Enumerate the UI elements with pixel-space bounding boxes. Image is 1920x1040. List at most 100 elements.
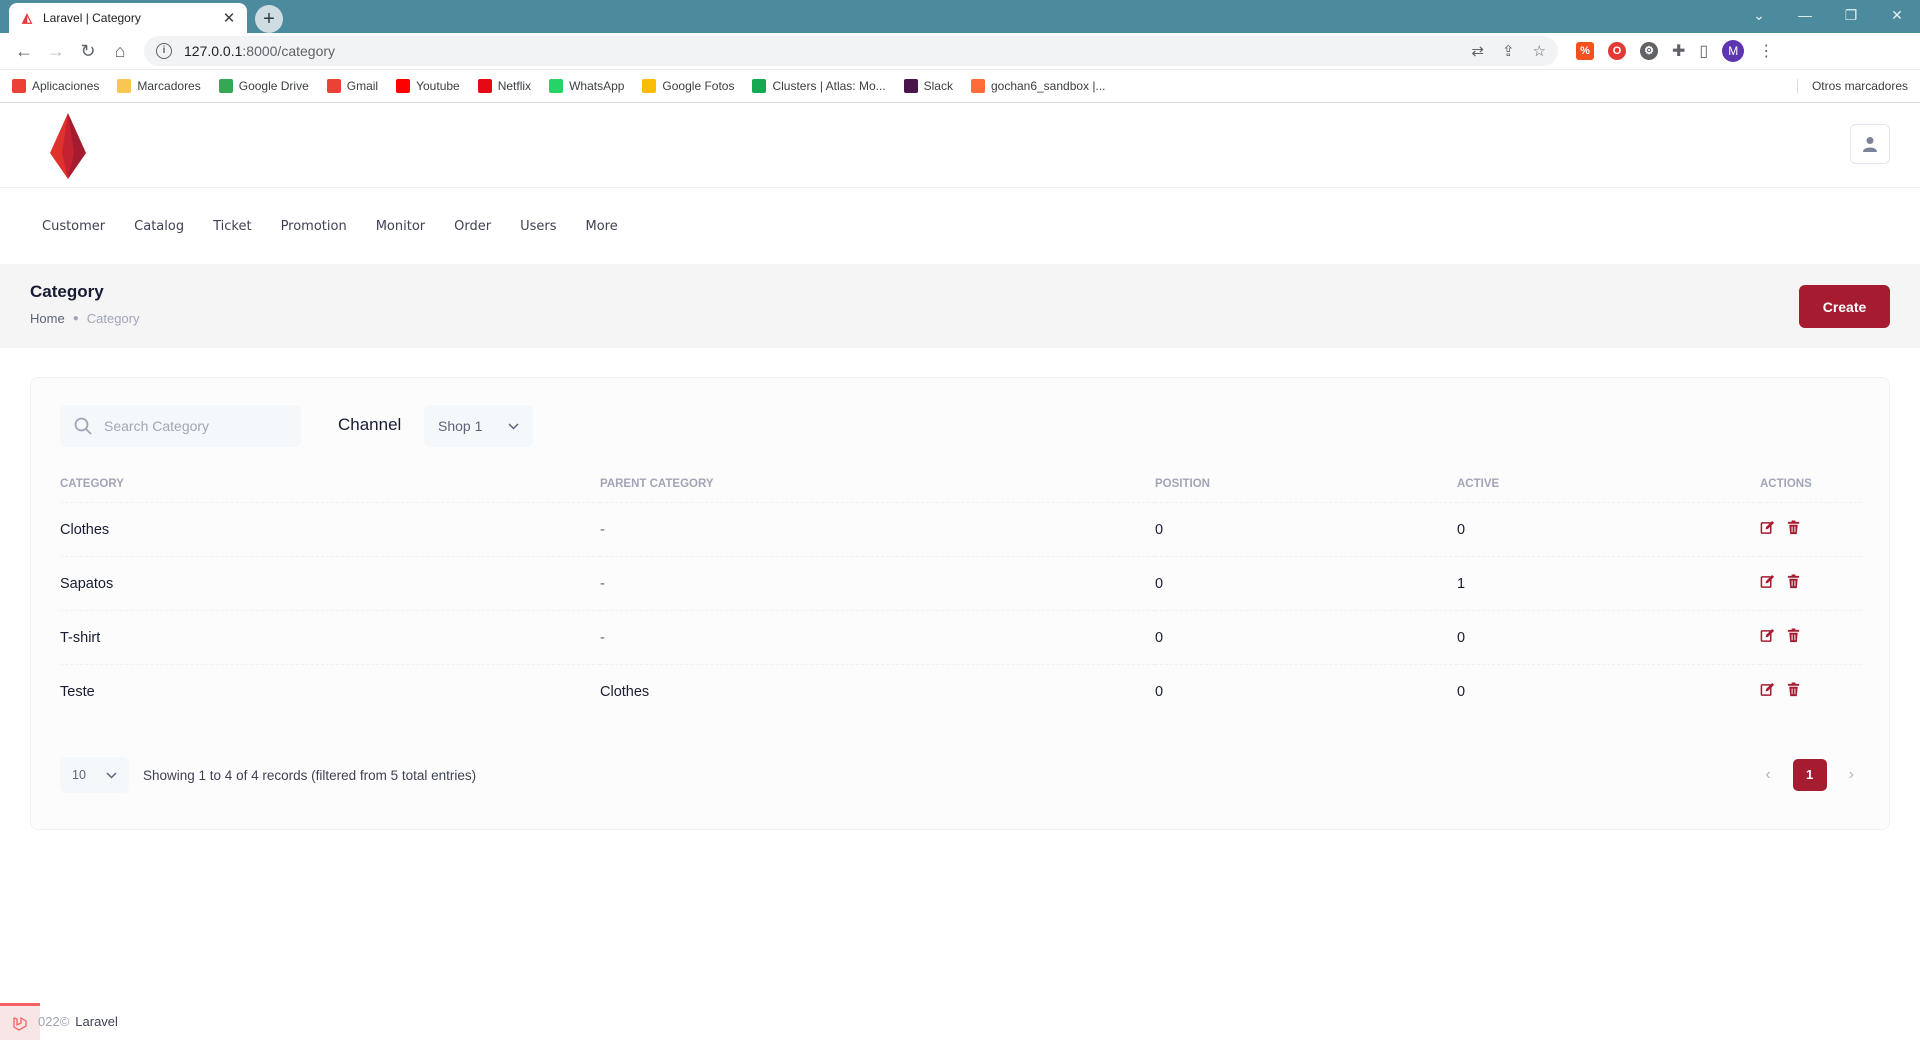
- address-bar: ← → ↻ ⌂ i 127.0.0.1:8000/category ⇄ ⇪ ☆ …: [0, 33, 1920, 70]
- browser-menu-icon[interactable]: ⋮: [1758, 41, 1774, 61]
- google-drive-icon: [218, 79, 233, 93]
- cell-parent-category: -: [600, 502, 1155, 557]
- nav-customer[interactable]: Customer: [42, 219, 105, 234]
- nav-ticket[interactable]: Ticket: [213, 219, 251, 234]
- slack-icon: [903, 79, 918, 93]
- trash-icon: [1787, 520, 1800, 535]
- table-row: Clothes -0 0: [60, 502, 1862, 557]
- footer-brand[interactable]: Laravel: [75, 1014, 118, 1029]
- chevron-down-icon: [508, 422, 519, 430]
- bookmark-item[interactable]: Google Drive: [218, 79, 309, 93]
- mongodb-icon: [752, 79, 767, 93]
- search-input[interactable]: [104, 418, 284, 434]
- footer-year: 022©: [38, 1014, 70, 1029]
- delete-button[interactable]: [1786, 574, 1801, 593]
- channel-select[interactable]: Shop 1: [424, 405, 533, 447]
- debugbar-toggle[interactable]: [0, 1003, 40, 1040]
- trash-icon: [1787, 628, 1800, 643]
- browser-tab[interactable]: ◭ Laravel | Category ✕: [9, 3, 247, 33]
- extension-gear-icon[interactable]: ⚙: [1640, 42, 1658, 60]
- edit-icon: [1760, 520, 1775, 534]
- page-number-active[interactable]: 1: [1792, 759, 1827, 791]
- nav-order[interactable]: Order: [454, 219, 491, 234]
- bookmark-label: Gmail: [346, 79, 379, 93]
- pagination: ‹ 1 ›: [1765, 759, 1854, 791]
- cell-position: 0: [1155, 502, 1457, 557]
- breadcrumb-home[interactable]: Home: [30, 311, 65, 326]
- restore-button[interactable]: ❐: [1828, 0, 1874, 33]
- cell-position: 0: [1155, 610, 1457, 665]
- bookmark-item[interactable]: Gmail: [326, 79, 379, 93]
- nav-monitor[interactable]: Monitor: [376, 219, 425, 234]
- page-size-select[interactable]: 10: [60, 757, 129, 793]
- reload-icon[interactable]: ↻: [72, 41, 104, 62]
- nav-promotion[interactable]: Promotion: [281, 219, 347, 234]
- tab-search-icon[interactable]: ⌄: [1736, 0, 1782, 33]
- url-field[interactable]: i 127.0.0.1:8000/category ⇄ ⇪ ☆: [144, 36, 1558, 66]
- header-position[interactable]: POSITION: [1155, 478, 1457, 503]
- bookmark-label: Google Fotos: [662, 79, 735, 93]
- header-category[interactable]: CATEGORY: [60, 478, 600, 503]
- other-bookmarks[interactable]: Otros marcadores: [1796, 79, 1908, 93]
- bookmark-item[interactable]: WhatsApp: [549, 79, 624, 93]
- edit-button[interactable]: [1760, 682, 1775, 701]
- cell-category: Sapatos: [60, 556, 600, 611]
- bookmark-item[interactable]: Netflix: [477, 79, 531, 93]
- bookmark-item[interactable]: Youtube: [396, 79, 460, 93]
- translate-icon[interactable]: ⇄: [1471, 42, 1484, 60]
- delete-button[interactable]: [1786, 520, 1801, 539]
- header-parent-category[interactable]: PARENT CATEGORY: [600, 478, 1155, 503]
- nav-catalog[interactable]: Catalog: [134, 219, 184, 234]
- delete-button[interactable]: [1786, 628, 1801, 647]
- minimize-button[interactable]: —: [1782, 0, 1828, 33]
- bookmark-item[interactable]: Aplicaciones: [12, 79, 99, 93]
- extensions-area: % O ⚙ ✚ ▯ M ⋮: [1576, 40, 1774, 62]
- home-icon[interactable]: ⌂: [104, 41, 136, 62]
- site-info-icon[interactable]: i: [156, 43, 172, 59]
- next-page-icon[interactable]: ›: [1849, 766, 1854, 784]
- delete-button[interactable]: [1786, 682, 1801, 701]
- bookmark-item[interactable]: Google Fotos: [642, 79, 734, 93]
- cell-parent-category: Clothes: [600, 683, 650, 700]
- edit-button[interactable]: [1760, 574, 1775, 593]
- main-navigation: Customer Catalog Ticket Promotion Monito…: [0, 188, 1920, 264]
- app-header: [0, 103, 1920, 188]
- profile-avatar[interactable]: M: [1722, 40, 1745, 62]
- table-body: Clothes -0 0 Sapatos -0 1 T-shirt -0 0 Teste Cloth…: [60, 502, 1862, 719]
- page-toolbar: Category Home ● Category Create: [0, 264, 1920, 348]
- tab-close-icon[interactable]: ✕: [221, 9, 237, 27]
- nav-more[interactable]: More: [586, 219, 618, 234]
- nav-users[interactable]: Users: [520, 219, 556, 234]
- edit-button[interactable]: [1760, 520, 1775, 539]
- previous-page-icon[interactable]: ‹: [1765, 766, 1770, 784]
- header-active[interactable]: ACTIVE: [1457, 478, 1760, 503]
- bookmark-label: gochan6_sandbox |...: [990, 79, 1106, 93]
- share-icon[interactable]: ⇪: [1502, 42, 1515, 60]
- forward-icon[interactable]: →: [40, 41, 72, 62]
- extensions-puzzle-icon[interactable]: ✚: [1672, 41, 1685, 61]
- new-tab-button[interactable]: +: [255, 5, 283, 33]
- table-row: Teste Clothes 0 0: [60, 665, 1862, 719]
- bookmark-item[interactable]: Marcadores: [117, 79, 201, 93]
- row-actions: [1760, 682, 1862, 701]
- side-panel-icon[interactable]: ▯: [1699, 41, 1708, 61]
- bookmark-item[interactable]: gochan6_sandbox |...: [970, 79, 1106, 93]
- edit-button[interactable]: [1760, 628, 1775, 647]
- tab-title: Laravel | Category: [43, 11, 141, 25]
- laravel-debugbar-icon: [13, 1016, 27, 1031]
- app-logo[interactable]: [50, 113, 86, 184]
- user-menu-button[interactable]: [1850, 124, 1890, 164]
- close-window-button[interactable]: ✕: [1874, 0, 1920, 33]
- bookmark-label: Clusters | Atlas: Mo...: [772, 79, 886, 93]
- edit-icon: [1760, 683, 1775, 697]
- bookmark-item[interactable]: Clusters | Atlas: Mo...: [752, 79, 886, 93]
- youtube-icon: [396, 79, 411, 93]
- bookmark-item[interactable]: Slack: [903, 79, 953, 93]
- bookmark-star-icon[interactable]: ☆: [1533, 42, 1546, 60]
- records-info: Showing 1 to 4 of 4 records (filtered fr…: [143, 767, 477, 783]
- create-button[interactable]: Create: [1799, 285, 1890, 328]
- extension-percent-icon[interactable]: %: [1576, 42, 1594, 60]
- extension-opera-icon[interactable]: O: [1608, 42, 1626, 60]
- bookmark-label: Google Drive: [238, 79, 309, 93]
- back-icon[interactable]: ←: [8, 41, 40, 62]
